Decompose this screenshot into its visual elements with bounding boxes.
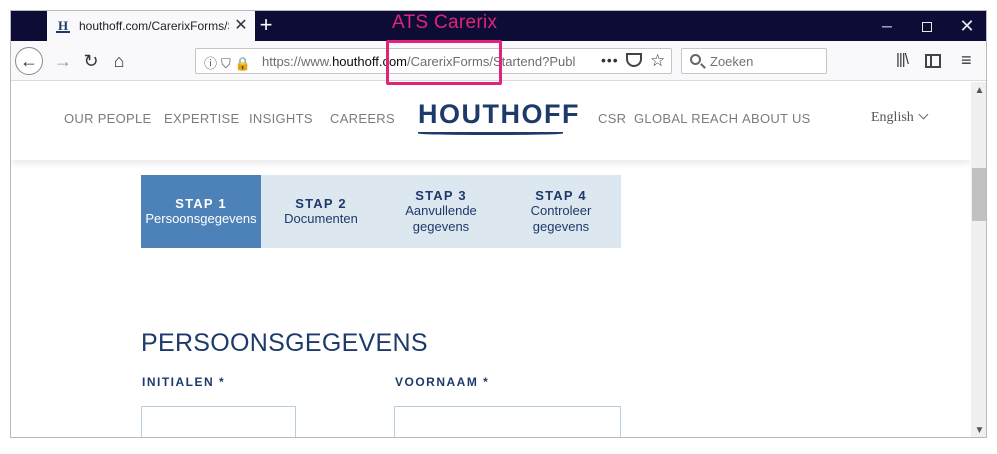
initials-label: INITIALEN * <box>142 375 226 389</box>
tab-close-icon[interactable]: ✕ <box>233 18 249 34</box>
step-number: STAP 4 <box>535 188 587 203</box>
nav-careers[interactable]: CAREERS <box>330 111 395 126</box>
site-favicon-icon: H <box>56 18 70 33</box>
forward-button[interactable]: → <box>49 47 77 75</box>
nav-insights[interactable]: INSIGHTS <box>249 111 313 126</box>
lock-icon: 🔒 <box>234 56 255 71</box>
annotation-label: ATS Carerix <box>392 12 498 33</box>
maximize-button[interactable] <box>907 11 947 41</box>
application-steps: STAP 1 Persoonsgegevens STAP 2 Documente… <box>141 175 621 248</box>
step-number: STAP 1 <box>175 196 227 211</box>
reload-button[interactable]: ↻ <box>77 47 105 75</box>
scroll-up-icon[interactable]: ▲ <box>971 82 986 99</box>
bookmark-star-icon[interactable]: ☆ <box>650 51 665 71</box>
page-actions-icon[interactable]: ••• <box>601 52 619 68</box>
tab-title: houthoff.com/CarerixForms/Sta <box>79 19 229 33</box>
minimize-button[interactable]: ─ <box>867 11 907 41</box>
nav-our-people[interactable]: OUR PEOPLE <box>64 111 152 126</box>
search-placeholder: Zoeken <box>710 54 754 69</box>
step-label: Documenten <box>284 211 358 226</box>
step-label: Persoonsgegevens <box>145 211 257 226</box>
scroll-down-icon[interactable]: ▼ <box>971 422 986 437</box>
library-icon[interactable]: |||\ <box>896 50 909 70</box>
home-button[interactable]: ⌂ <box>105 47 133 75</box>
language-label: English <box>871 110 914 125</box>
first-name-label: VOORNAAM * <box>395 375 490 389</box>
site-info-icon[interactable]: ⓘ⛉🔒 <box>204 53 255 72</box>
logo-underline <box>418 132 563 135</box>
maximize-icon <box>922 22 932 33</box>
first-name-field[interactable] <box>394 406 621 437</box>
initials-field[interactable] <box>141 406 296 437</box>
browser-window: H houthoff.com/CarerixForms/Sta ✕ + ─ ✕ … <box>10 10 987 438</box>
page-title: PERSOONSGEGEVENS <box>141 329 428 357</box>
search-input[interactable]: Zoeken <box>681 48 827 74</box>
site-header: OUR PEOPLE EXPERTISE INSIGHTS CAREERS HO… <box>11 82 971 160</box>
page-scrollbar[interactable]: ▲ ▼ <box>971 82 986 437</box>
back-button[interactable]: ← <box>15 47 43 75</box>
step-number: STAP 2 <box>295 196 347 211</box>
step-1[interactable]: STAP 1 Persoonsgegevens <box>141 175 261 248</box>
language-selector[interactable]: English <box>871 109 929 126</box>
nav-csr[interactable]: CSR <box>598 111 626 126</box>
site-logo[interactable]: HOUTHOFF <box>418 99 580 130</box>
nav-global-reach[interactable]: GLOBAL REACH <box>634 111 738 126</box>
step-label: Controleer gegevens <box>530 203 592 234</box>
hamburger-menu-icon[interactable]: ≡ <box>961 50 972 70</box>
annotation-highlight-box <box>386 40 502 85</box>
step-3[interactable]: STAP 3 Aanvullende gegevens <box>381 175 501 248</box>
search-icon <box>690 54 701 65</box>
close-window-button[interactable]: ✕ <box>947 11 986 41</box>
new-tab-button[interactable]: + <box>255 14 277 37</box>
pocket-icon[interactable] <box>626 53 642 67</box>
nav-expertise[interactable]: EXPERTISE <box>164 111 239 126</box>
step-label: Aanvullende gegevens <box>405 203 477 234</box>
web-page: OUR PEOPLE EXPERTISE INSIGHTS CAREERS HO… <box>11 82 971 437</box>
step-number: STAP 3 <box>415 188 467 203</box>
browser-tab[interactable]: H houthoff.com/CarerixForms/Sta ✕ <box>47 11 255 41</box>
chevron-down-icon <box>918 109 929 120</box>
nav-about-us[interactable]: ABOUT US <box>742 111 811 126</box>
step-2[interactable]: STAP 2 Documenten <box>261 175 381 248</box>
sidebar-toggle-icon[interactable] <box>925 54 941 68</box>
scroll-thumb[interactable] <box>972 168 986 221</box>
tab-bar: H houthoff.com/CarerixForms/Sta ✕ + ─ ✕ <box>11 11 986 41</box>
step-4[interactable]: STAP 4 Controleer gegevens <box>501 175 621 248</box>
